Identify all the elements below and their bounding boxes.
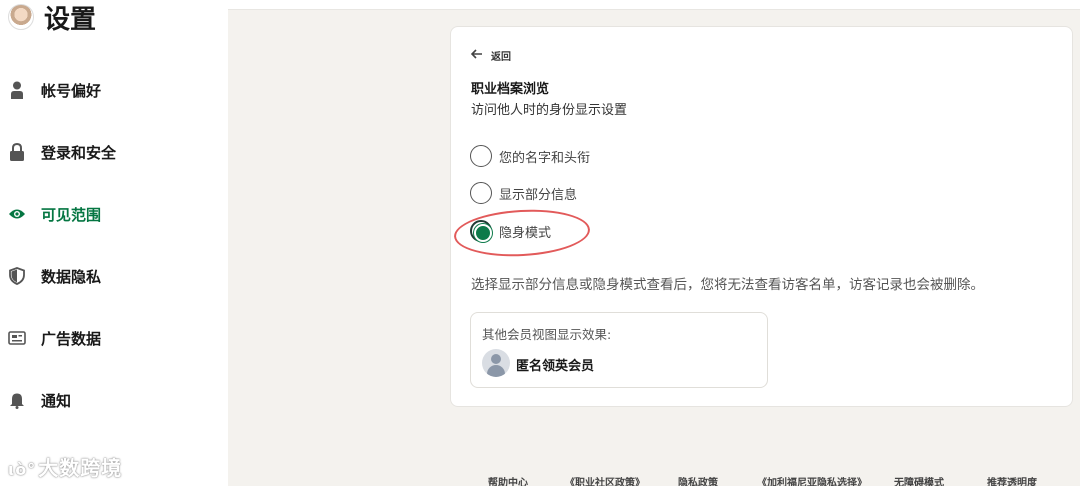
watermark: ιὸ° 大数跨境	[8, 452, 122, 481]
sidebar-item-data-privacy[interactable]: 数据隐私	[0, 256, 228, 296]
sidebar-item-label: 登录和安全	[41, 143, 117, 162]
footer-link-privacy-policy[interactable]: 隐私政策	[678, 474, 718, 486]
preview-label: 其他会员视图显示效果:	[482, 327, 612, 342]
arrow-left-icon	[470, 47, 483, 63]
eye-icon	[8, 205, 26, 223]
sidebar-item-label: 通知	[41, 391, 72, 410]
section-title: 职业档案浏览	[471, 82, 550, 97]
anonymous-avatar-icon	[482, 349, 510, 377]
page-title: 设置	[44, 5, 97, 35]
settings-sidebar: 设置 帐号偏好 登录和安全 可见范围 数据隐私 广告数据 通知 ιὸ° 大数跨境	[0, 0, 228, 486]
bell-icon	[8, 391, 26, 409]
profile-viewing-card: 返回 职业档案浏览 访问他人时的身份显示设置 您的名字和头衔 显示部分信息 隐身…	[450, 26, 1073, 407]
ad-card-icon	[8, 329, 26, 347]
sidebar-item-label: 数据隐私	[41, 267, 102, 286]
radio-label: 显示部分信息	[499, 187, 578, 203]
back-button[interactable]: 返回	[470, 47, 511, 63]
preview-box: 其他会员视图显示效果: 匿名领英会员	[470, 312, 768, 388]
preview-name: 匿名领英会员	[516, 359, 595, 374]
visibility-note: 选择显示部分信息或隐身模式查看后，您将无法查看访客名单，访客记录也会被删除。	[471, 277, 984, 293]
watermark-mark: ιὸ°	[8, 460, 37, 479]
footer-links: 帮助中心 《职业社区政策》 隐私政策 《加利福尼亚隐私选择》 无障碍模式 推荐透…	[488, 474, 1080, 486]
person-icon	[8, 81, 26, 99]
footer-link-california-privacy[interactable]: 《加利福尼亚隐私选择》	[757, 474, 867, 486]
section-subtitle: 访问他人时的身份显示设置	[471, 103, 628, 118]
sidebar-item-sign-in-security[interactable]: 登录和安全	[0, 132, 228, 172]
lock-icon	[8, 143, 26, 161]
watermark-text: 大数跨境	[38, 456, 123, 480]
sidebar-item-label: 帐号偏好	[41, 81, 102, 100]
footer-link-accessibility[interactable]: 无障碍模式	[894, 474, 944, 486]
radio-option-partial-info[interactable]: 显示部分信息	[470, 182, 577, 204]
sidebar-item-account-preferences[interactable]: 帐号偏好	[0, 70, 228, 110]
sidebar-item-label: 广告数据	[41, 329, 102, 348]
sidebar-item-visibility[interactable]: 可见范围	[0, 194, 228, 234]
footer-link-help[interactable]: 帮助中心	[488, 474, 528, 486]
footer-link-recommendation-transparency[interactable]: 推荐透明度	[987, 474, 1037, 486]
sidebar-item-advertising-data[interactable]: 广告数据	[0, 318, 228, 358]
highlight-annotation	[452, 206, 592, 260]
avatar[interactable]	[8, 4, 34, 30]
shield-icon	[8, 267, 26, 285]
radio-button[interactable]	[470, 145, 492, 167]
footer-link-community-policies[interactable]: 《职业社区政策》	[565, 474, 645, 486]
radio-button[interactable]	[470, 182, 492, 204]
sidebar-item-label: 可见范围	[41, 205, 102, 224]
sidebar-item-notifications[interactable]: 通知	[0, 380, 228, 420]
radio-option-name-headline[interactable]: 您的名字和头衔	[470, 145, 590, 167]
radio-label: 您的名字和头衔	[499, 150, 591, 166]
back-label: 返回	[491, 51, 511, 63]
